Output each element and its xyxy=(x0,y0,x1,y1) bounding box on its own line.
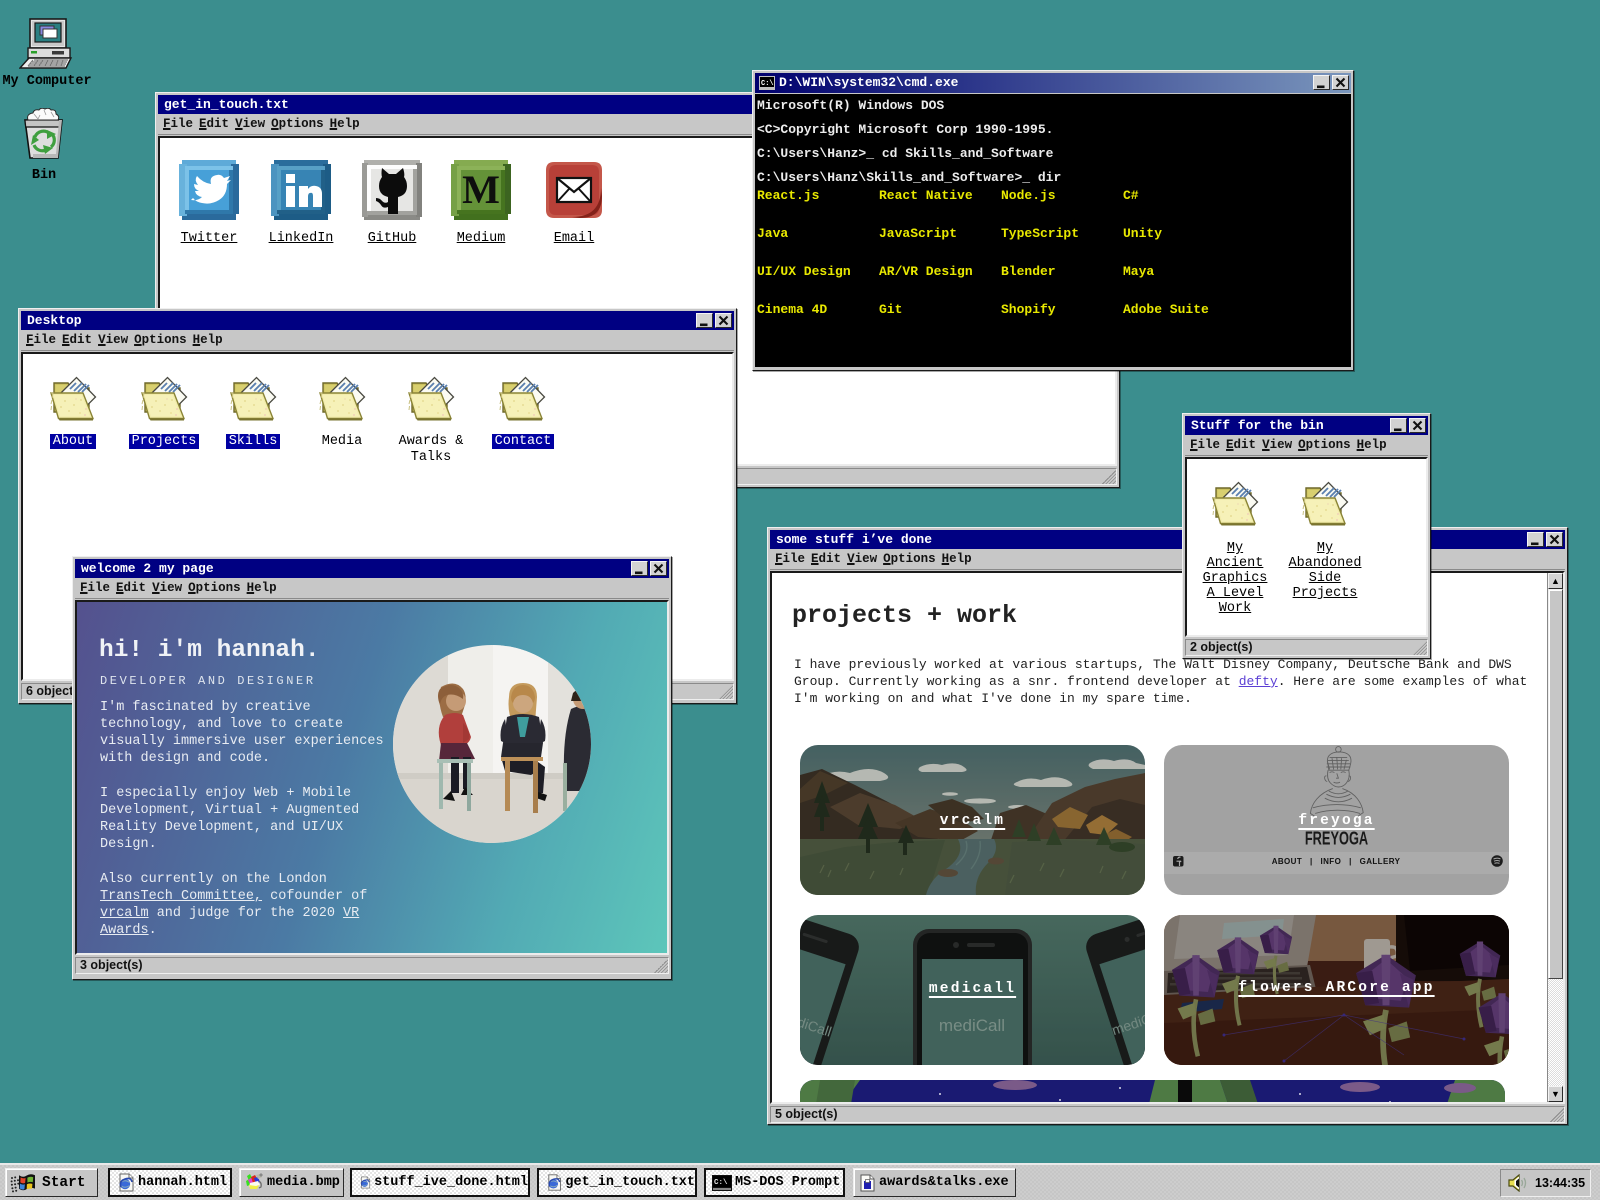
svg-text:M: M xyxy=(462,167,500,212)
svg-text:ABOUT | INFO | GALLERY: ABOUT | INFO | GALLERY xyxy=(1272,857,1401,866)
svg-text:C:\: C:\ xyxy=(761,80,774,88)
svg-text:C:\: C:\ xyxy=(714,1179,728,1187)
